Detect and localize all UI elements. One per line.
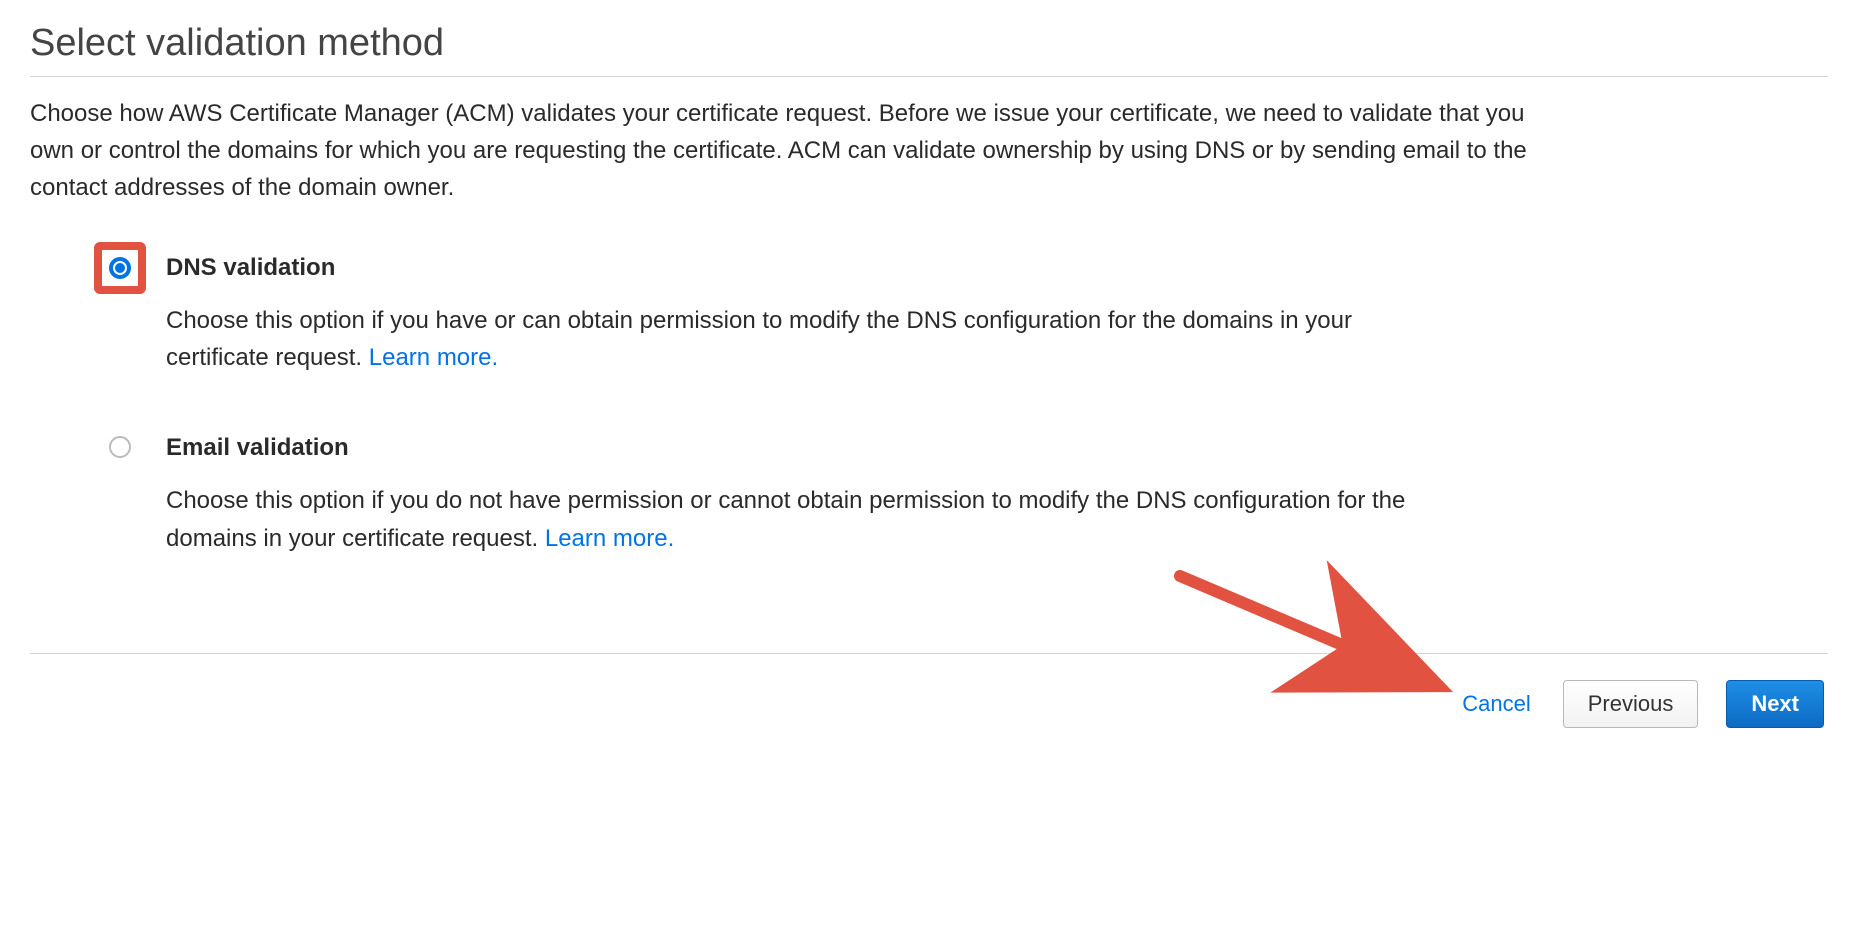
footer-divider	[30, 653, 1828, 654]
learn-more-dns-link[interactable]: Learn more.	[369, 344, 498, 371]
title-divider	[30, 76, 1828, 77]
intro-text: Choose how AWS Certificate Manager (ACM)…	[30, 95, 1550, 207]
cancel-button[interactable]: Cancel	[1458, 683, 1534, 725]
option-dns-validation[interactable]: DNS validation Choose this option if you…	[90, 252, 1828, 376]
option-body-email: Email validation Choose this option if y…	[150, 432, 1828, 556]
option-desc-dns: Choose this option if you have or can ob…	[166, 302, 1426, 376]
annotation-highlight-box	[94, 242, 146, 294]
option-desc-email: Choose this option if you do not have pe…	[166, 482, 1426, 556]
option-desc-email-text: Choose this option if you do not have pe…	[166, 487, 1405, 551]
radio-dns[interactable]	[109, 257, 131, 279]
validation-options: DNS validation Choose this option if you…	[30, 252, 1828, 653]
option-title-email: Email validation	[166, 434, 1828, 462]
validation-method-page: Select validation method Choose how AWS …	[0, 0, 1858, 758]
option-title-dns: DNS validation	[166, 254, 1828, 282]
option-body-dns: DNS validation Choose this option if you…	[150, 252, 1828, 376]
next-button[interactable]: Next	[1726, 680, 1824, 728]
option-email-validation[interactable]: Email validation Choose this option if y…	[90, 432, 1828, 556]
radio-wrap-email	[90, 432, 150, 458]
radio-email[interactable]	[109, 436, 131, 458]
previous-button[interactable]: Previous	[1563, 680, 1699, 728]
option-desc-dns-text: Choose this option if you have or can ob…	[166, 307, 1352, 371]
radio-wrap-dns	[90, 252, 150, 294]
learn-more-email-link[interactable]: Learn more.	[545, 525, 674, 552]
page-title: Select validation method	[30, 20, 1828, 68]
footer-actions: Cancel Previous Next	[30, 680, 1828, 728]
radio-dot-icon	[115, 263, 125, 273]
